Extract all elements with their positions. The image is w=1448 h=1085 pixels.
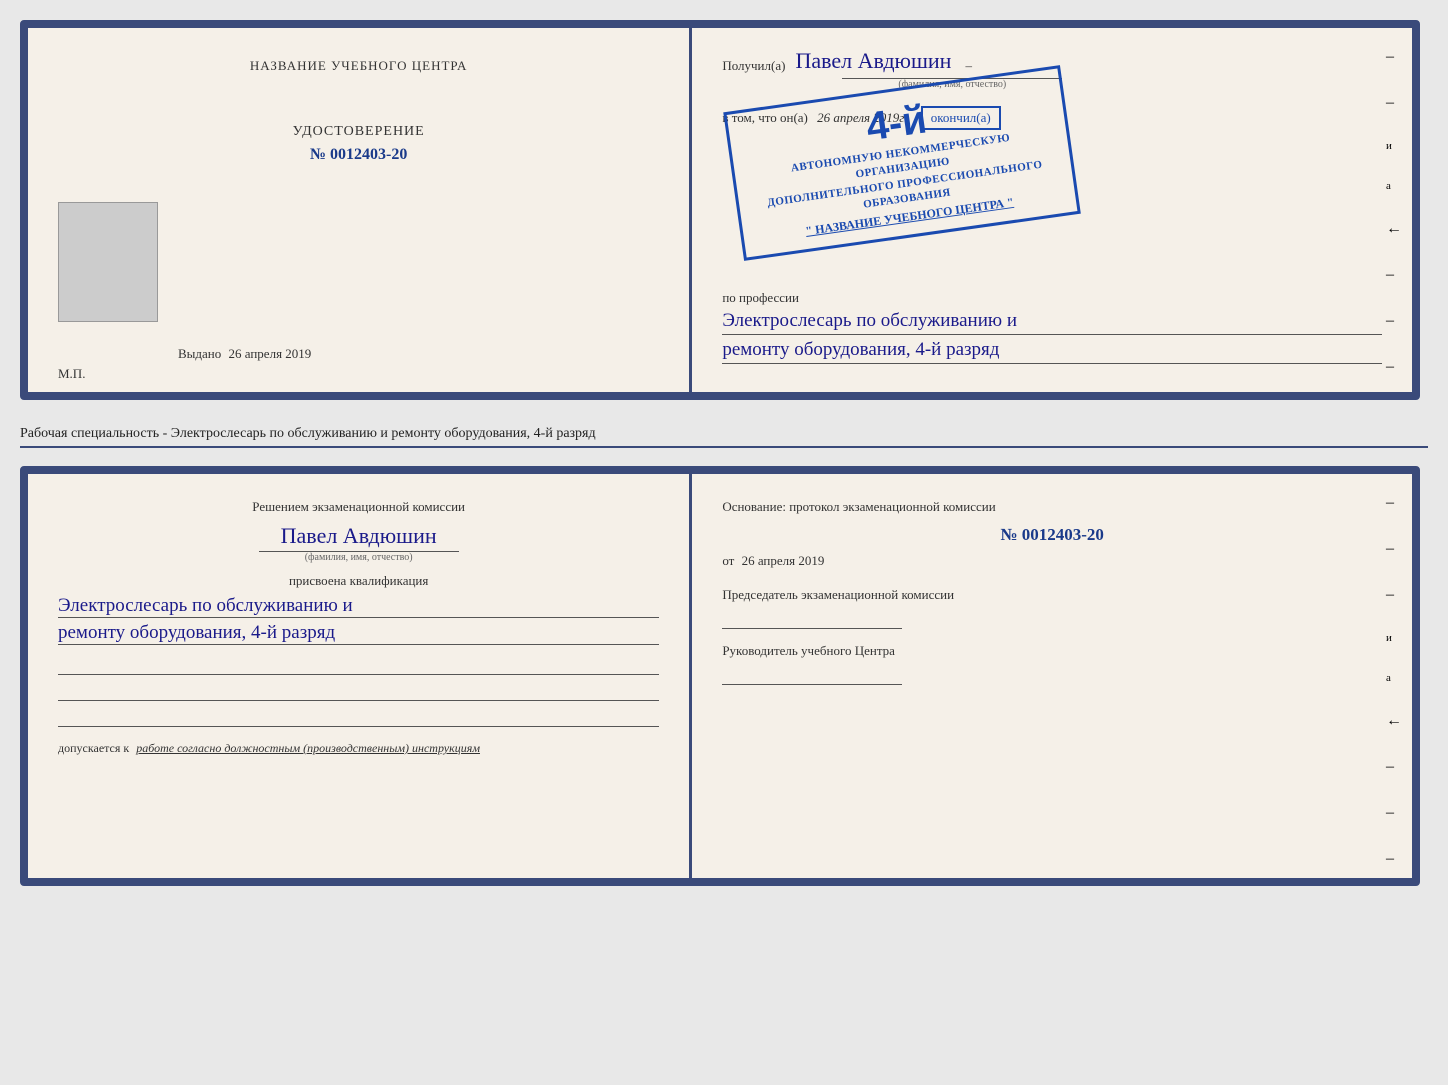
person-name-bottom: Павел Авдюшин <box>58 523 659 549</box>
mp-label: М.П. <box>58 366 85 382</box>
osnovanie-label: Основание: протокол экзаменационной коми… <box>722 499 1382 515</box>
vydano-line: Выдано 26 апреля 2019 <box>178 346 311 362</box>
chairman-sig-line <box>722 609 902 629</box>
poluchil-label: Получил(а) <box>722 58 785 74</box>
chairman-title: Председатель экзаменационной комиссии <box>722 587 1382 603</box>
right-dashes-bottom: – – – и а ← – – – – <box>1386 494 1402 886</box>
dopuskaetsya-label: допускается к <box>58 741 129 755</box>
vydano-date: 26 апреля 2019 <box>229 346 312 361</box>
protocol-num: № 0012403-20 <box>722 525 1382 545</box>
ot-date: 26 апреля 2019 <box>742 553 825 568</box>
profession-line2: ремонту оборудования, 4-й разряд <box>722 339 1382 364</box>
rukovoditel-sig-line <box>722 665 902 685</box>
vydano-label: Выдано <box>178 346 221 361</box>
signature-lines <box>58 655 659 727</box>
document-top: НАЗВАНИЕ УЧЕБНОГО ЦЕНТРА УДОСТОВЕРЕНИЕ №… <box>20 20 1420 400</box>
sig-line-2 <box>58 681 659 701</box>
doc-right-top: Получил(а) Павел Авдюшин – (фамилия, имя… <box>692 28 1412 392</box>
dopuskaetsya-val: работе согласно должностным (производств… <box>136 741 480 755</box>
page-wrapper: НАЗВАНИЕ УЧЕБНОГО ЦЕНТРА УДОСТОВЕРЕНИЕ №… <box>20 20 1428 886</box>
rukovoditel-label: Руководитель учебного Центра <box>722 643 1382 659</box>
udostoverenie-block: УДОСТОВЕРЕНИЕ № 0012403-20 <box>293 124 425 164</box>
specialty-text: Рабочая специальность - Электрослесарь п… <box>20 418 1428 448</box>
ot-label: от <box>722 553 734 568</box>
resheniem-title: Решением экзаменационной комиссии <box>58 499 659 515</box>
qual-line2: ремонту оборудования, 4-й разряд <box>58 622 659 645</box>
doc-bottom-left: Решением экзаменационной комиссии Павел … <box>28 474 692 878</box>
po-professii-label: по профессии <box>722 290 1382 306</box>
po-professii-block: по профессии Электрослесарь по обслужива… <box>722 290 1382 364</box>
prisvoena-label: присвоена квалификация <box>58 573 659 589</box>
sig-line-1 <box>58 655 659 675</box>
right-dashes-top: – – и а ← – – – – <box>1386 48 1402 400</box>
person-name-top: Павел Авдюшин <box>795 48 951 74</box>
sig-line-3 <box>58 707 659 727</box>
fio-subtitle-bottom: (фамилия, имя, отчество) <box>259 551 459 563</box>
udostoverenie-number: № 0012403-20 <box>293 146 425 164</box>
profession-line1: Электрослесарь по обслуживанию и <box>722 310 1382 335</box>
dopuskaetsya-block: допускается к работе согласно должностны… <box>58 741 659 756</box>
stamp-overlay: 4-й АВТОНОМНУЮ НЕКОММЕРЧЕСКУЮ ОРГАНИЗАЦИ… <box>724 65 1082 260</box>
ot-date-block: от 26 апреля 2019 <box>722 553 1382 569</box>
photo-placeholder <box>58 202 158 322</box>
center-title-top: НАЗВАНИЕ УЧЕБНОГО ЦЕНТРА <box>250 58 467 74</box>
document-bottom: Решением экзаменационной комиссии Павел … <box>20 466 1420 886</box>
doc-left: НАЗВАНИЕ УЧЕБНОГО ЦЕНТРА УДОСТОВЕРЕНИЕ №… <box>28 28 692 392</box>
doc-bottom-right: Основание: протокол экзаменационной коми… <box>692 474 1412 878</box>
qual-line1: Электрослесарь по обслуживанию и <box>58 595 659 618</box>
udostoverenie-label: УДОСТОВЕРЕНИЕ <box>293 124 425 140</box>
